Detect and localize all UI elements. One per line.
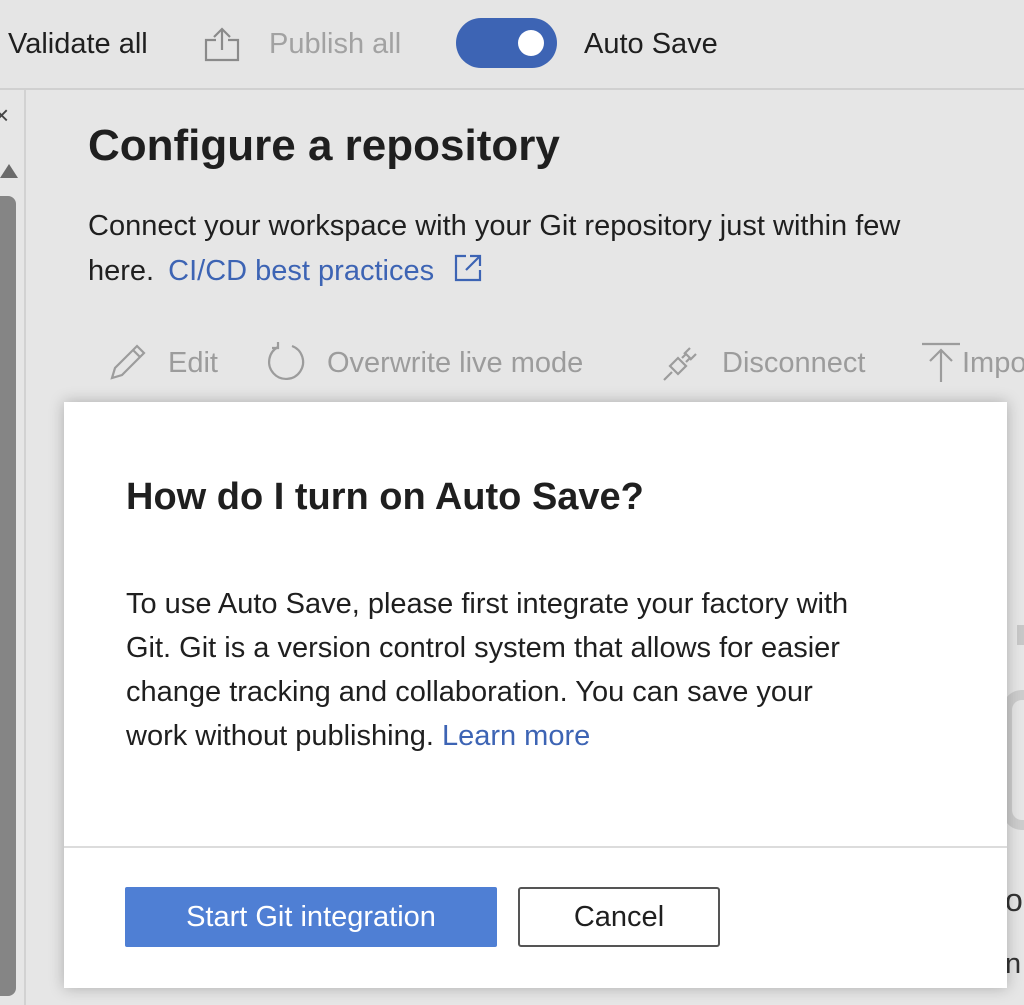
background-graphic [1017, 625, 1024, 645]
external-link-icon[interactable] [452, 252, 484, 295]
dialog-body-line: work without publishing. Learn more [126, 714, 966, 758]
toggle-knob [518, 30, 544, 56]
auto-save-dialog: How do I turn on Auto Save? To use Auto … [64, 402, 1007, 988]
plug-icon[interactable] [658, 340, 702, 389]
cicd-best-practices-link[interactable]: CI/CD best practices [168, 255, 434, 287]
refresh-icon[interactable] [264, 340, 308, 389]
scrollbar-thumb[interactable] [0, 196, 16, 996]
top-toolbar: Validate all Publish all Auto Save [0, 0, 1024, 90]
description-line-2: here. CI/CD best practices [88, 251, 484, 295]
validate-all-button[interactable]: Validate all [8, 24, 148, 64]
pencil-icon[interactable] [106, 340, 150, 389]
dialog-divider [64, 846, 1007, 848]
scroll-up-icon[interactable] [0, 164, 18, 178]
description-line-1: Connect your workspace with your Git rep… [88, 210, 901, 242]
description-prefix: here. [88, 255, 155, 287]
dialog-body-line: Git. Git is a version control system tha… [126, 632, 840, 664]
auto-save-toggle[interactable] [456, 18, 557, 68]
dialog-body-line: To use Auto Save, please first integrate… [126, 588, 849, 620]
background-text: n [1005, 948, 1022, 980]
page-title: Configure a repository [88, 121, 560, 170]
dialog-title: How do I turn on Auto Save? [126, 476, 644, 518]
upload-icon[interactable] [202, 26, 242, 62]
import-button[interactable]: Impo [962, 343, 1024, 383]
dialog-body-line: change tracking and collaboration. You c… [126, 676, 813, 708]
upload-icon[interactable] [920, 340, 964, 389]
publish-all-button[interactable]: Publish all [269, 24, 401, 64]
edit-button[interactable]: Edit [168, 343, 218, 383]
dialog-body: To use Auto Save, please first integrate… [126, 582, 966, 758]
dialog-body-text: work without publishing. [126, 720, 434, 752]
background-text: o [1005, 882, 1023, 918]
close-icon[interactable]: × [0, 100, 9, 130]
cancel-button[interactable]: Cancel [518, 887, 720, 947]
disconnect-button[interactable]: Disconnect [722, 343, 865, 383]
learn-more-link[interactable]: Learn more [442, 720, 590, 752]
start-git-integration-button[interactable]: Start Git integration [125, 887, 497, 947]
overwrite-live-mode-button[interactable]: Overwrite live mode [327, 343, 583, 383]
auto-save-label: Auto Save [584, 28, 718, 60]
